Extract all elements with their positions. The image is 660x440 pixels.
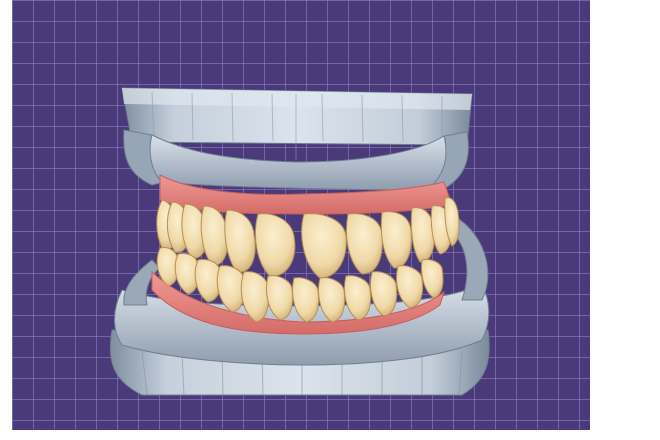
upper-stone-base bbox=[121, 87, 473, 191]
dental-model bbox=[109, 87, 490, 396]
3d-viewport[interactable] bbox=[12, 0, 590, 430]
side-panel bbox=[590, 0, 660, 440]
app-window bbox=[0, 0, 660, 440]
